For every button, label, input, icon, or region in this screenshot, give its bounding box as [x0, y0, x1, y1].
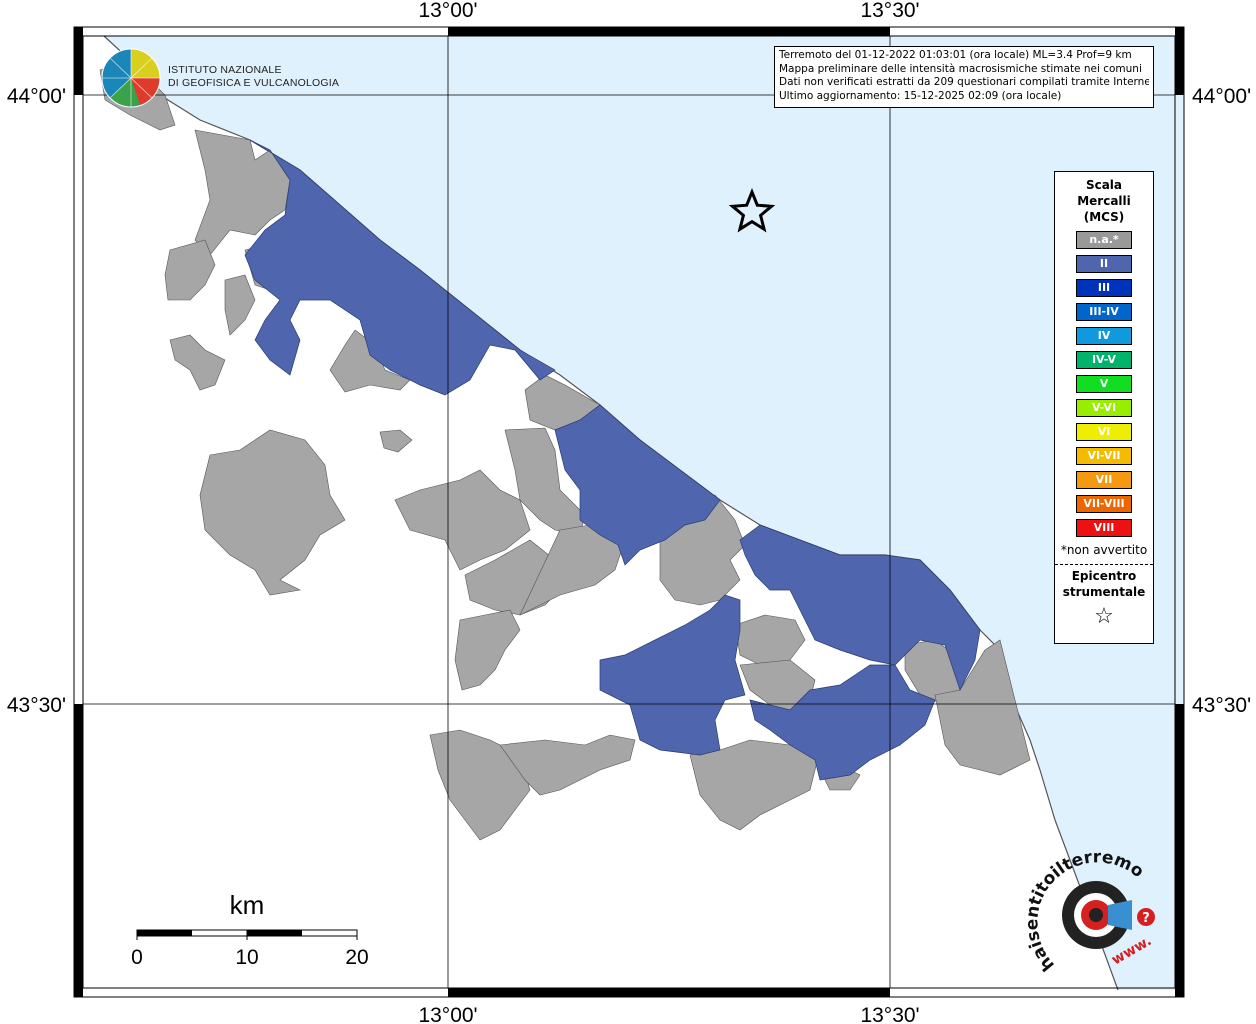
legend-title-line2: Mercalli [1077, 194, 1131, 208]
ingv-name: ISTITUTO NAZIONALE DI GEOFISICA E VULCAN… [168, 64, 339, 90]
top-label-13-00: 13°00' [418, 0, 477, 22]
left-label-44-00: 44°00' [7, 85, 66, 108]
legend-items: n.a.* II III III-IV IV IV-V V V-VI VI VI-VII VII VI… [1055, 231, 1153, 537]
event-info-box: Terremoto del 01-12-2022 01:03:01 (ora l… [774, 46, 1154, 108]
top-label-13-30: 13°30' [860, 0, 919, 22]
legend-item: n.a.* [1076, 231, 1132, 249]
right-label-43-30: 43°30' [1192, 694, 1251, 717]
legend-item: II [1076, 255, 1132, 273]
ingv-name-line1: ISTITUTO NAZIONALE [168, 64, 282, 76]
mcs-legend: Scala Mercalli (MCS) n.a.* II III III-IV IV I… [1054, 171, 1154, 644]
legend-title: Scala Mercalli (MCS) [1055, 177, 1153, 225]
badge-question: ? [1142, 911, 1150, 926]
legend-item: VII-VIII [1076, 495, 1132, 513]
legend-item: VIII [1076, 519, 1132, 537]
legend-item: III-IV [1076, 303, 1132, 321]
bottom-label-13-30: 13°30' [860, 1004, 919, 1024]
legend-epicenter-label: Epicentro strumentale [1055, 568, 1153, 600]
legend-title-line3: (MCS) [1083, 210, 1125, 224]
legend-title-line1: Scala [1085, 178, 1123, 192]
legend-star-icon: ☆ [1094, 604, 1114, 629]
event-info-line2: Mappa preliminare delle intensità macros… [779, 62, 1142, 75]
legend-epicenter-line2: strumentale [1062, 585, 1146, 599]
bottom-label-13-00: 13°00' [418, 1004, 477, 1024]
legend-item: VI-VII [1076, 447, 1132, 465]
ingv-logo-icon [101, 48, 161, 108]
scale-label-10: 10 [235, 946, 258, 969]
ingv-name-line2: DI GEOFISICA E VULCANOLOGIA [168, 77, 340, 89]
legend-item: III [1076, 279, 1132, 297]
legend-separator [1055, 564, 1153, 565]
legend-item: IV-V [1076, 351, 1132, 369]
legend-item: IV [1076, 327, 1132, 345]
scale-label-20: 20 [345, 946, 368, 969]
left-label-43-30: 43°30' [7, 694, 66, 717]
legend-note: *non avvertito [1060, 543, 1148, 557]
event-info-line1: Terremoto del 01-12-2022 01:03:01 (ora l… [779, 49, 1132, 61]
legend-item: V [1076, 375, 1132, 393]
scale-unit: km [230, 890, 265, 920]
right-label-44-00: 44°00' [1192, 85, 1251, 108]
legend-epicenter-line1: Epicentro [1071, 569, 1137, 583]
legend-item: V-VI [1076, 399, 1132, 417]
legend-item: VI [1076, 423, 1132, 441]
event-info-line3: Dati non verificati estratti da 209 ques… [779, 76, 1149, 88]
legend-item: VII [1076, 471, 1132, 489]
scale-label-0: 0 [131, 946, 143, 969]
event-info-line4: Ultimo aggiornamento: 15-12-2025 02:09 (… [779, 89, 1062, 102]
